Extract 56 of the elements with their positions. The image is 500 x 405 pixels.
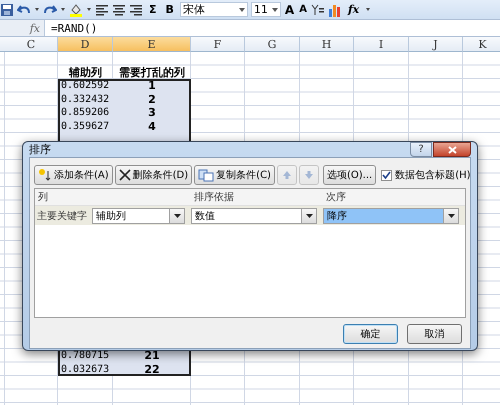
toolbar-button[interactable]: B — [162, 2, 177, 18]
grow-font-button[interactable]: A — [284, 2, 296, 18]
caret-icon — [448, 214, 454, 218]
table-cell-text: 0.602592 — [60, 79, 110, 92]
caret-icon — [272, 8, 278, 12]
formula-field[interactable]: =RAND() — [45, 22, 98, 34]
toolbar-button[interactable]: fx — [344, 2, 362, 18]
table-cell-text: 4 — [147, 120, 157, 133]
table-cell-text: 1 — [147, 79, 157, 92]
checkbox[interactable] — [381, 170, 392, 180]
dialog-title: 排序 — [29, 142, 51, 157]
checkbox-label: 数据包含标题(H) — [395, 168, 471, 182]
copy-level-button[interactable]: 复制条件(C) — [194, 165, 275, 185]
list-header: 排序依据 — [193, 190, 235, 204]
down-arrow-icon — [304, 170, 314, 180]
shrink-font-button[interactable]: A — [298, 2, 308, 18]
caret-icon — [174, 214, 180, 218]
delete-level-button[interactable]: 删除条件(D) — [114, 165, 192, 185]
column-title: 需要打乱的列 — [118, 66, 186, 79]
add-level-icon — [38, 168, 52, 182]
function-label[interactable]: fx — [30, 22, 40, 34]
table-cell-text: 0.359627 — [60, 120, 110, 133]
up-arrow-icon — [282, 170, 292, 180]
dropdown[interactable]: 数值 — [191, 208, 317, 224]
dialog-button[interactable]: 取消 — [407, 324, 462, 344]
toolbar-button[interactable]: Σ — [146, 2, 160, 18]
table-cell-text: 22 — [143, 362, 161, 376]
table-cell-text: 3 — [147, 106, 157, 120]
table-cell-text: 21 — [143, 349, 161, 362]
table-cell-text: 0.859206 — [60, 106, 110, 120]
close-icon — [448, 146, 456, 154]
delete-icon — [118, 169, 131, 181]
row-label: 主要关键字 — [36, 210, 88, 222]
copy-icon — [198, 168, 214, 182]
dialog-button[interactable]: 确定 — [343, 324, 398, 344]
close-button[interactable] — [433, 142, 471, 157]
font-field[interactable]: 宋体 — [180, 2, 248, 17]
add-level-button[interactable]: 添加条件(A) — [34, 165, 113, 185]
options-button[interactable]: 选项(O)... — [322, 165, 376, 185]
table-cell-text: 0.032673 — [60, 362, 110, 376]
column-header[interactable]: E — [113, 37, 191, 52]
list-header: 列 — [37, 191, 49, 204]
column-header[interactable]: D — [58, 37, 113, 52]
caret-icon — [306, 214, 312, 218]
save-icon[interactable] — [0, 2, 14, 18]
dropdown[interactable]: 辅助列 — [92, 208, 185, 224]
help-button[interactable]: ? — [410, 142, 432, 157]
table-cell-text: 2 — [147, 92, 157, 106]
table-cell-text: 0.332432 — [60, 92, 110, 106]
column-title: 辅助列 — [68, 66, 103, 79]
font-size-field[interactable]: 11 — [250, 2, 281, 17]
caret-icon — [238, 8, 245, 12]
fill-color-icon[interactable] — [69, 2, 83, 18]
table-cell-text: 0.780715 — [60, 349, 110, 362]
list-header: 次序 — [325, 190, 347, 204]
dropdown[interactable]: 降序 — [323, 208, 459, 224]
